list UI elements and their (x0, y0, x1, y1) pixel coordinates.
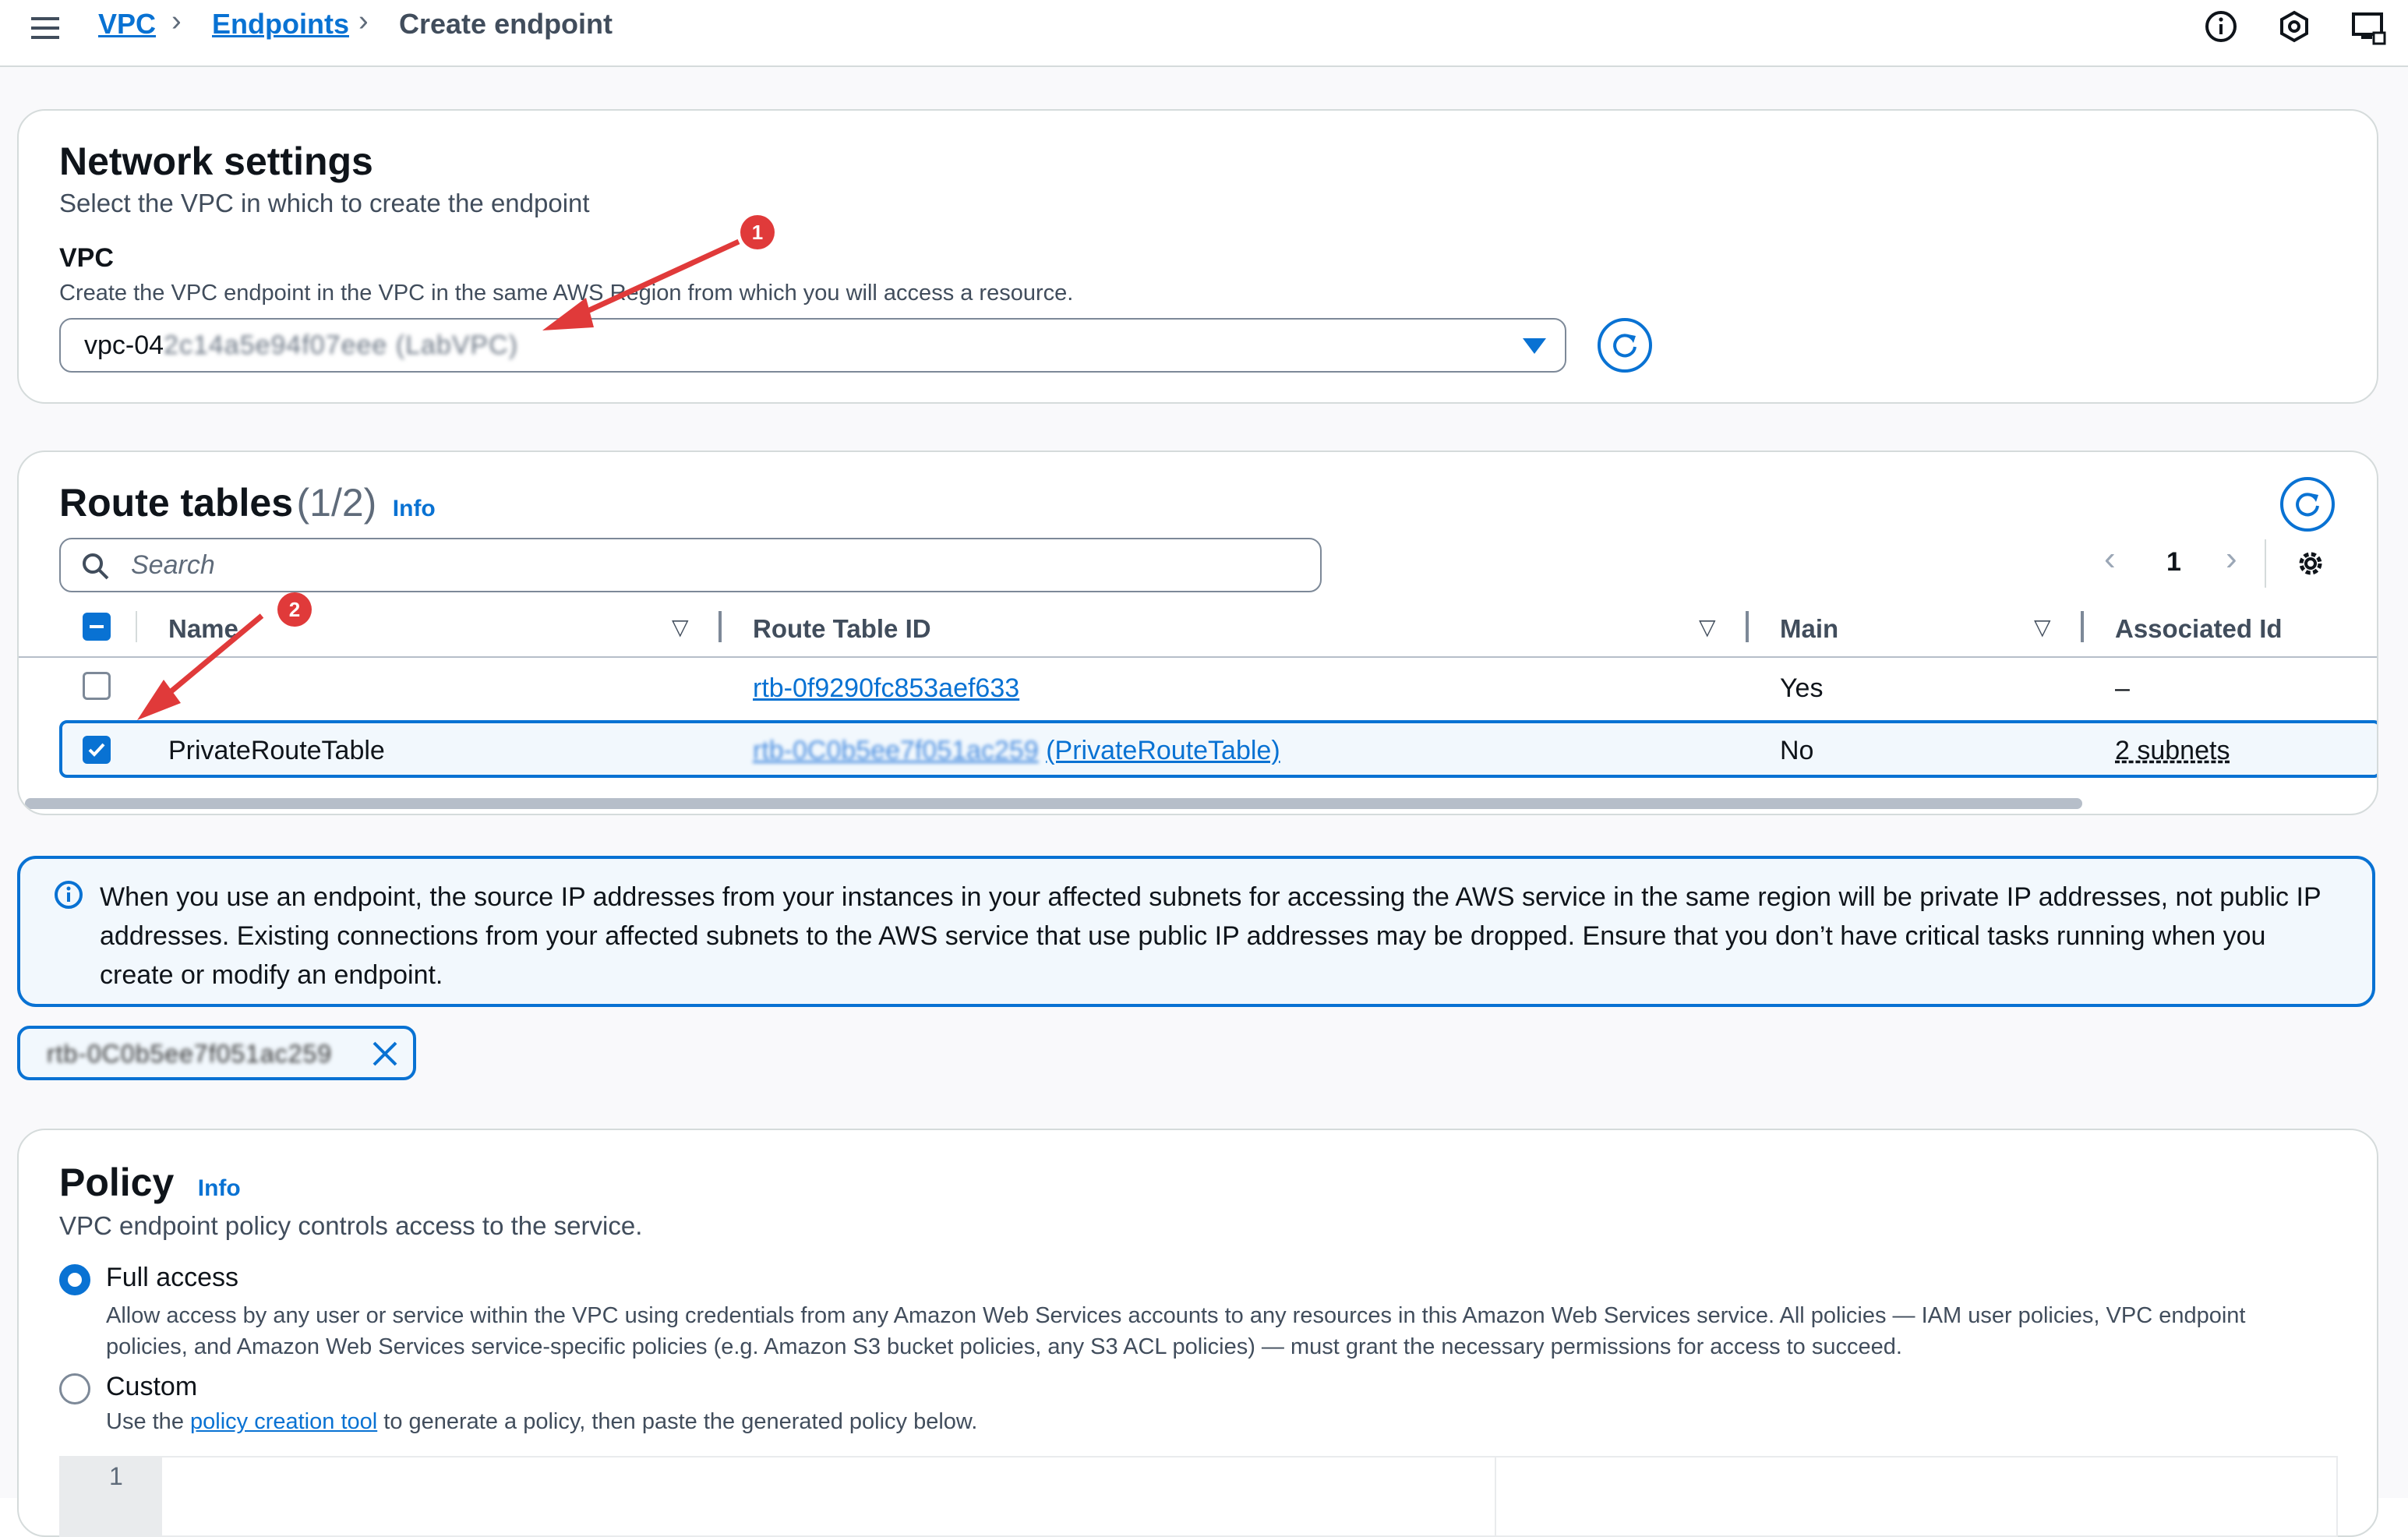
annotation-arrowhead-1 (542, 298, 594, 330)
annotation-badge-2: 2 (277, 592, 312, 627)
annotation-arrows (137, 238, 740, 720)
annotation-badge-1: 1 (740, 215, 775, 249)
annotation-arrow-1 (567, 238, 740, 323)
annotation-arrow-2 (157, 613, 264, 704)
